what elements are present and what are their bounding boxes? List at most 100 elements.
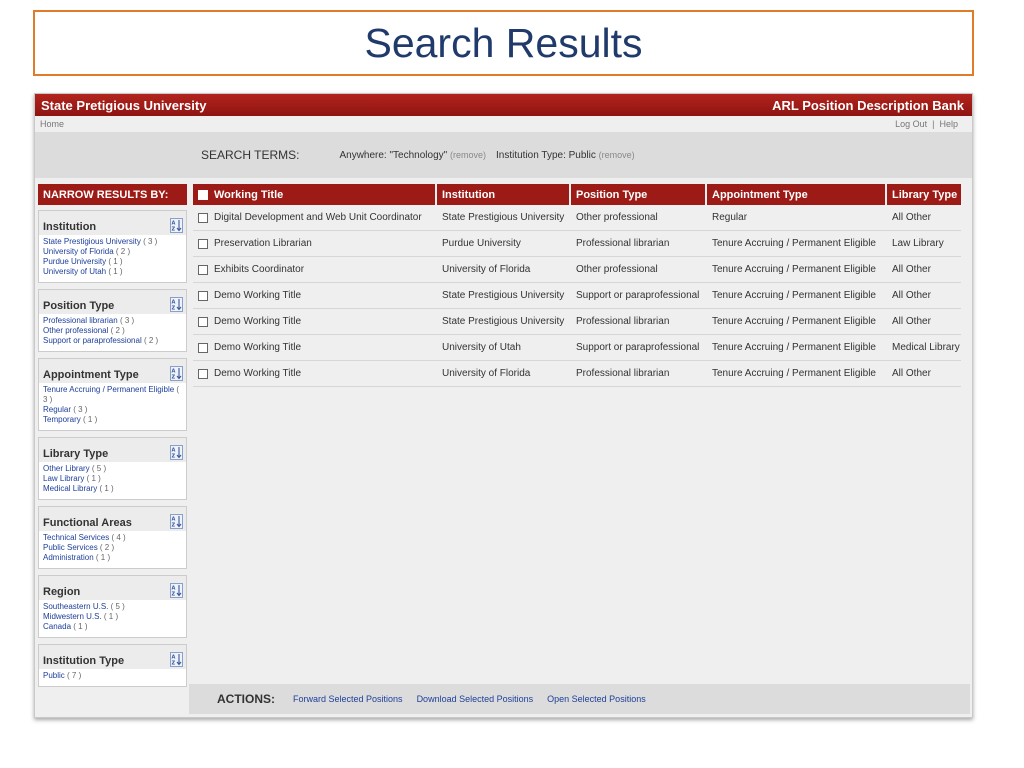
facet-item-label[interactable]: Other professional xyxy=(43,326,108,335)
col-library-type[interactable]: Library Type xyxy=(887,184,961,205)
row-checkbox[interactable] xyxy=(198,368,208,379)
home-link[interactable]: Home xyxy=(40,119,64,129)
facet-item-label[interactable]: Southeastern U.S. xyxy=(43,602,108,611)
row-checkbox[interactable] xyxy=(198,342,208,353)
working-title-text[interactable]: Preservation Librarian xyxy=(214,238,312,249)
row-position-type: Support or paraprofessional xyxy=(576,342,700,353)
facet-item[interactable]: Regular ( 3 ) xyxy=(43,405,182,415)
working-title-text[interactable]: Demo Working Title xyxy=(214,316,301,327)
download-selected-link[interactable]: Download Selected Positions xyxy=(417,694,534,704)
facet-item-label[interactable]: Law Library xyxy=(43,474,84,483)
facet-item[interactable]: Technical Services ( 4 ) xyxy=(43,533,182,543)
facet-item-label[interactable]: Technical Services xyxy=(43,533,109,542)
row-appointment-type: Tenure Accruing / Permanent Eligible xyxy=(712,290,876,301)
open-selected-link[interactable]: Open Selected Positions xyxy=(547,694,646,704)
row-working-title[interactable]: Demo Working Title xyxy=(193,316,435,327)
row-working-title[interactable]: Demo Working Title xyxy=(193,342,435,353)
sort-az-icon[interactable]: AZ xyxy=(170,445,183,460)
facet-item[interactable]: State Prestigious University ( 3 ) xyxy=(43,237,182,247)
logout-link[interactable]: Log Out xyxy=(895,119,927,129)
help-link[interactable]: Help xyxy=(939,119,958,129)
sort-az-icon[interactable]: AZ xyxy=(170,652,183,667)
facet-item[interactable]: Public Services ( 2 ) xyxy=(43,543,182,553)
table-row[interactable]: Demo Working Title University of Florida P… xyxy=(193,361,961,387)
facet-item-label[interactable]: Support or paraprofessional xyxy=(43,336,142,345)
sort-az-icon[interactable]: AZ xyxy=(170,583,183,598)
facet-item-label[interactable]: Regular xyxy=(43,405,71,414)
facet-item[interactable]: Purdue University ( 1 ) xyxy=(43,257,182,267)
facet-item-count: ( 3 ) xyxy=(143,237,158,246)
facet-item-label[interactable]: Public xyxy=(43,671,65,680)
facet-item-label[interactable]: Purdue University xyxy=(43,257,106,266)
facet-item[interactable]: Temporary ( 1 ) xyxy=(43,415,182,425)
forward-selected-link[interactable]: Forward Selected Positions xyxy=(293,694,403,704)
row-working-title[interactable]: Digital Development and Web Unit Coordin… xyxy=(193,212,435,223)
sort-az-icon[interactable]: AZ xyxy=(170,297,183,312)
col-working-title[interactable]: Working Title xyxy=(193,184,435,205)
table-row[interactable]: Preservation Librarian Purdue University P… xyxy=(193,231,961,257)
remove-term-link[interactable]: (remove) xyxy=(599,150,635,160)
facet-item-label[interactable]: Public Services xyxy=(43,543,98,552)
sort-az-icon[interactable]: AZ xyxy=(170,366,183,381)
top-bar: State Pretigious University ARL Position… xyxy=(35,94,972,116)
row-working-title[interactable]: Demo Working Title xyxy=(193,290,435,301)
col-institution[interactable]: Institution xyxy=(437,184,569,205)
facet-item[interactable]: University of Florida ( 2 ) xyxy=(43,247,182,257)
select-all-checkbox[interactable] xyxy=(198,189,208,200)
col-appointment-type[interactable]: Appointment Type xyxy=(707,184,885,205)
facet-title: Appointment Type xyxy=(43,369,139,381)
row-checkbox[interactable] xyxy=(198,290,208,301)
sort-az-icon[interactable]: AZ xyxy=(170,218,183,233)
facet-item-label[interactable]: University of Florida xyxy=(43,247,114,256)
remove-term-link[interactable]: (remove) xyxy=(450,150,486,160)
facet-item-label[interactable]: Canada xyxy=(43,622,71,631)
working-title-text[interactable]: Exhibits Coordinator xyxy=(214,264,304,275)
facet-item[interactable]: Other Library ( 5 ) xyxy=(43,464,182,474)
facet-item-label[interactable]: Medical Library xyxy=(43,484,97,493)
col-position-type[interactable]: Position Type xyxy=(571,184,705,205)
facet-item-label[interactable]: State Prestigious University xyxy=(43,237,141,246)
facet-item[interactable]: Professional librarian ( 3 ) xyxy=(43,316,182,326)
working-title-text[interactable]: Digital Development and Web Unit Coordin… xyxy=(214,212,422,223)
row-checkbox[interactable] xyxy=(198,316,208,327)
facet-item[interactable]: Administration ( 1 ) xyxy=(43,553,182,563)
facet-item-label[interactable]: Administration xyxy=(43,553,94,562)
facet-item[interactable]: Tenure Accruing / Permanent Eligible ( 3… xyxy=(43,385,182,405)
svg-text:Z: Z xyxy=(172,454,176,460)
row-library-type: All Other xyxy=(892,316,931,327)
facet-item-label[interactable]: Other Library xyxy=(43,464,90,473)
working-title-text[interactable]: Demo Working Title xyxy=(214,368,301,379)
row-checkbox[interactable] xyxy=(198,238,208,249)
facet-item-count: ( 1 ) xyxy=(103,612,119,621)
facet-item[interactable]: Public ( 7 ) xyxy=(43,671,182,681)
row-working-title[interactable]: Demo Working Title xyxy=(193,368,435,379)
facet-item[interactable]: Canada ( 1 ) xyxy=(43,622,182,632)
facet-item[interactable]: Midwestern U.S. ( 1 ) xyxy=(43,612,182,622)
working-title-text[interactable]: Demo Working Title xyxy=(214,342,301,353)
table-row[interactable]: Exhibits Coordinator University of Florid… xyxy=(193,257,961,283)
row-working-title[interactable]: Preservation Librarian xyxy=(193,238,435,249)
facet-item-label[interactable]: Tenure Accruing / Permanent Eligible xyxy=(43,385,174,394)
brand-name[interactable]: State Pretigious University xyxy=(41,98,206,113)
row-checkbox[interactable] xyxy=(198,264,208,275)
facet-item[interactable]: Support or paraprofessional ( 2 ) xyxy=(43,336,182,346)
facet-item[interactable]: University of Utah ( 1 ) xyxy=(43,267,182,277)
facet-item-label[interactable]: Midwestern U.S. xyxy=(43,612,102,621)
facet-list: Other Library ( 5 ) Law Library ( 1 ) Medi… xyxy=(39,462,186,499)
svg-text:Z: Z xyxy=(172,661,176,667)
facet-item[interactable]: Medical Library ( 1 ) xyxy=(43,484,182,494)
facet-item-label[interactable]: University of Utah xyxy=(43,267,106,276)
facet-item[interactable]: Law Library ( 1 ) xyxy=(43,474,182,484)
table-row[interactable]: Demo Working Title University of Utah Supp… xyxy=(193,335,961,361)
working-title-text[interactable]: Demo Working Title xyxy=(214,290,301,301)
table-row[interactable]: Digital Development and Web Unit Coordin… xyxy=(193,205,961,231)
sort-az-icon[interactable]: AZ xyxy=(170,514,183,529)
table-row[interactable]: Demo Working Title State Prestigious Univ… xyxy=(193,283,961,309)
row-working-title[interactable]: Exhibits Coordinator xyxy=(193,264,435,275)
facet-item[interactable]: Other professional ( 2 ) xyxy=(43,326,182,336)
facet-item-label[interactable]: Temporary xyxy=(43,415,81,424)
table-row[interactable]: Demo Working Title State Prestigious Univ… xyxy=(193,309,961,335)
facet-item[interactable]: Southeastern U.S. ( 5 ) xyxy=(43,602,182,612)
row-checkbox[interactable] xyxy=(198,212,208,223)
facet-item-label[interactable]: Professional librarian xyxy=(43,316,118,325)
